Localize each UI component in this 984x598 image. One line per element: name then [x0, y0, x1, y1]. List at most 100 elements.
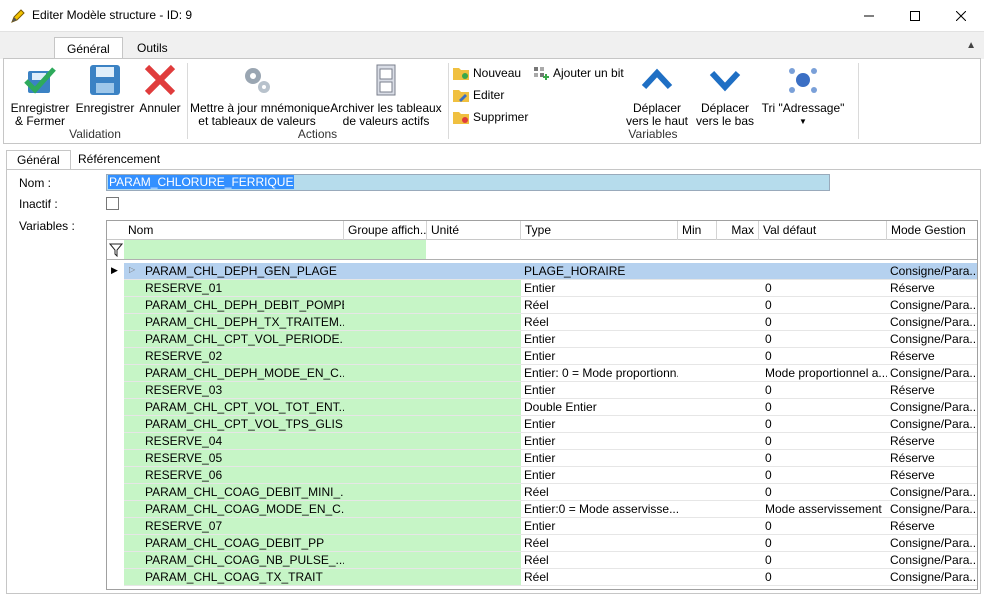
table-row[interactable]: ▶ PARAM_CHL_DEPH_GEN_PLAGE PLAGE_HORAIRE Co… — [107, 263, 977, 280]
cell-type[interactable]: Entier — [521, 433, 678, 450]
save-close-button[interactable]: Enregistrer & Fermer — [10, 63, 70, 128]
cell-min[interactable] — [678, 280, 717, 297]
cell-name[interactable]: RESERVE_05 — [124, 450, 344, 467]
cell-name[interactable]: PARAM_CHL_DEPH_DEBIT_POMPE — [124, 297, 344, 314]
table-row[interactable]: PARAM_CHL_COAG_NB_PULSE_... Réel 0 Consigne… — [107, 552, 977, 569]
add-bit-button[interactable]: Ajouter un bit — [533, 66, 624, 80]
column-header-max[interactable]: Max — [717, 221, 759, 240]
archive-tables-button[interactable]: Archiver les tableaux de valeurs actifs — [328, 63, 444, 128]
cell-max[interactable] — [717, 314, 759, 331]
cell-type[interactable]: Entier: 0 = Mode proportionn... — [521, 365, 678, 382]
cell-unite[interactable] — [427, 263, 521, 280]
cell-max[interactable] — [717, 263, 759, 280]
cell-min[interactable] — [678, 263, 717, 280]
cell-mode-gestion[interactable]: Consigne/Para... — [887, 297, 977, 314]
cell-type[interactable]: Entier — [521, 518, 678, 535]
cell-name[interactable]: PARAM_CHL_DEPH_TX_TRAITEM... — [124, 314, 344, 331]
name-input[interactable]: PARAM_CHLORURE_FERRIQUE — [106, 174, 830, 191]
cell-min[interactable] — [678, 365, 717, 382]
filter-icon[interactable] — [109, 243, 123, 257]
cell-val-defaut[interactable]: 0 — [759, 382, 887, 399]
column-header-min[interactable]: Min — [678, 221, 717, 240]
cell-name[interactable]: RESERVE_04 — [124, 433, 344, 450]
cell-max[interactable] — [717, 348, 759, 365]
inactive-checkbox[interactable] — [106, 197, 119, 210]
table-row[interactable]: PARAM_CHL_DEPH_MODE_EN_C... Entier: 0 = M… — [107, 365, 977, 382]
cell-val-defaut[interactable]: 0 — [759, 484, 887, 501]
cell-mode-gestion[interactable]: Consigne/Para... — [887, 501, 977, 518]
table-row[interactable]: PARAM_CHL_COAG_MODE_EN_C... Entier:0 = Mo… — [107, 501, 977, 518]
cell-mode-gestion[interactable]: Réserve — [887, 382, 977, 399]
table-row[interactable]: PARAM_CHL_CPT_VOL_TPS_GLIS... Entier 0 Cons… — [107, 416, 977, 433]
cancel-button[interactable]: Annuler — [136, 63, 184, 115]
cell-unite[interactable] — [427, 280, 521, 297]
cell-mode-gestion[interactable]: Consigne/Para... — [887, 535, 977, 552]
cell-max[interactable] — [717, 501, 759, 518]
cell-groupe[interactable] — [344, 467, 427, 484]
update-mnemonic-button[interactable]: Mettre à jour mnémonique et tableaux de … — [190, 63, 330, 128]
cell-type[interactable]: Entier — [521, 331, 678, 348]
cell-groupe[interactable] — [344, 501, 427, 518]
maximize-button[interactable] — [892, 0, 938, 31]
cell-mode-gestion[interactable]: Consigne/Para... — [887, 314, 977, 331]
cell-min[interactable] — [678, 501, 717, 518]
cell-unite[interactable] — [427, 365, 521, 382]
cell-mode-gestion[interactable]: Consigne/Para... — [887, 365, 977, 382]
table-row[interactable]: PARAM_CHL_DEPH_TX_TRAITEM... Réel 0 Consign… — [107, 314, 977, 331]
cell-name[interactable]: RESERVE_07 — [124, 518, 344, 535]
cell-type[interactable]: Entier — [521, 280, 678, 297]
cell-unite[interactable] — [427, 535, 521, 552]
cell-val-defaut[interactable]: 0 — [759, 280, 887, 297]
cell-mode-gestion[interactable]: Consigne/Para... — [887, 569, 977, 586]
cell-max[interactable] — [717, 399, 759, 416]
cell-groupe[interactable] — [344, 450, 427, 467]
table-row[interactable]: RESERVE_06 Entier 0 Réserve — [107, 467, 977, 484]
cell-name[interactable]: RESERVE_01 — [124, 280, 344, 297]
cell-val-defaut[interactable] — [759, 263, 887, 280]
cell-name[interactable]: PARAM_CHL_CPT_VOL_PERIODE... — [124, 331, 344, 348]
table-row[interactable]: RESERVE_03 Entier 0 Réserve — [107, 382, 977, 399]
cell-unite[interactable] — [427, 552, 521, 569]
cell-groupe[interactable] — [344, 535, 427, 552]
cell-unite[interactable] — [427, 501, 521, 518]
cell-min[interactable] — [678, 433, 717, 450]
expand-icon[interactable]: ▷ — [129, 265, 135, 274]
cell-val-defaut[interactable]: 0 — [759, 297, 887, 314]
cell-mode-gestion[interactable]: Réserve — [887, 450, 977, 467]
cell-mode-gestion[interactable]: Consigne/Para... — [887, 331, 977, 348]
cell-name[interactable]: PARAM_CHL_COAG_NB_PULSE_... — [124, 552, 344, 569]
cell-min[interactable] — [678, 450, 717, 467]
sort-addressing-dropdown[interactable]: Tri "Adressage" ▼ — [761, 63, 845, 128]
cell-unite[interactable] — [427, 467, 521, 484]
cell-groupe[interactable] — [344, 297, 427, 314]
cell-max[interactable] — [717, 535, 759, 552]
cell-max[interactable] — [717, 552, 759, 569]
cell-name[interactable]: PARAM_CHL_CPT_VOL_TOT_ENT... — [124, 399, 344, 416]
cell-name[interactable]: PARAM_CHL_DEPH_MODE_EN_C... — [124, 365, 344, 382]
cell-unite[interactable] — [427, 416, 521, 433]
subtab-general[interactable]: Général — [6, 150, 71, 171]
cell-val-defaut[interactable]: 0 — [759, 569, 887, 586]
variables-grid[interactable]: Nom Groupe affich... Unité Type Min Max Val dé… — [106, 220, 978, 590]
cell-min[interactable] — [678, 518, 717, 535]
cell-val-defaut[interactable]: 0 — [759, 433, 887, 450]
cell-min[interactable] — [678, 467, 717, 484]
edit-variable-button[interactable]: Editer — [453, 88, 504, 102]
cell-mode-gestion[interactable]: Réserve — [887, 467, 977, 484]
cell-groupe[interactable] — [344, 552, 427, 569]
subtab-referencement[interactable]: Référencement — [68, 150, 170, 170]
cell-unite[interactable] — [427, 569, 521, 586]
table-row[interactable]: PARAM_CHL_CPT_VOL_PERIODE... Entier 0 Consi… — [107, 331, 977, 348]
cell-val-defaut[interactable]: 0 — [759, 331, 887, 348]
column-header-val-defaut[interactable]: Val défaut — [759, 221, 887, 240]
cell-max[interactable] — [717, 297, 759, 314]
cell-groupe[interactable] — [344, 263, 427, 280]
cell-val-defaut[interactable]: Mode asservissement — [759, 501, 887, 518]
cell-min[interactable] — [678, 314, 717, 331]
new-variable-button[interactable]: Nouveau — [453, 66, 521, 80]
cell-min[interactable] — [678, 535, 717, 552]
table-row[interactable]: RESERVE_05 Entier 0 Réserve — [107, 450, 977, 467]
cell-min[interactable] — [678, 297, 717, 314]
cell-mode-gestion[interactable]: Réserve — [887, 348, 977, 365]
cell-min[interactable] — [678, 416, 717, 433]
